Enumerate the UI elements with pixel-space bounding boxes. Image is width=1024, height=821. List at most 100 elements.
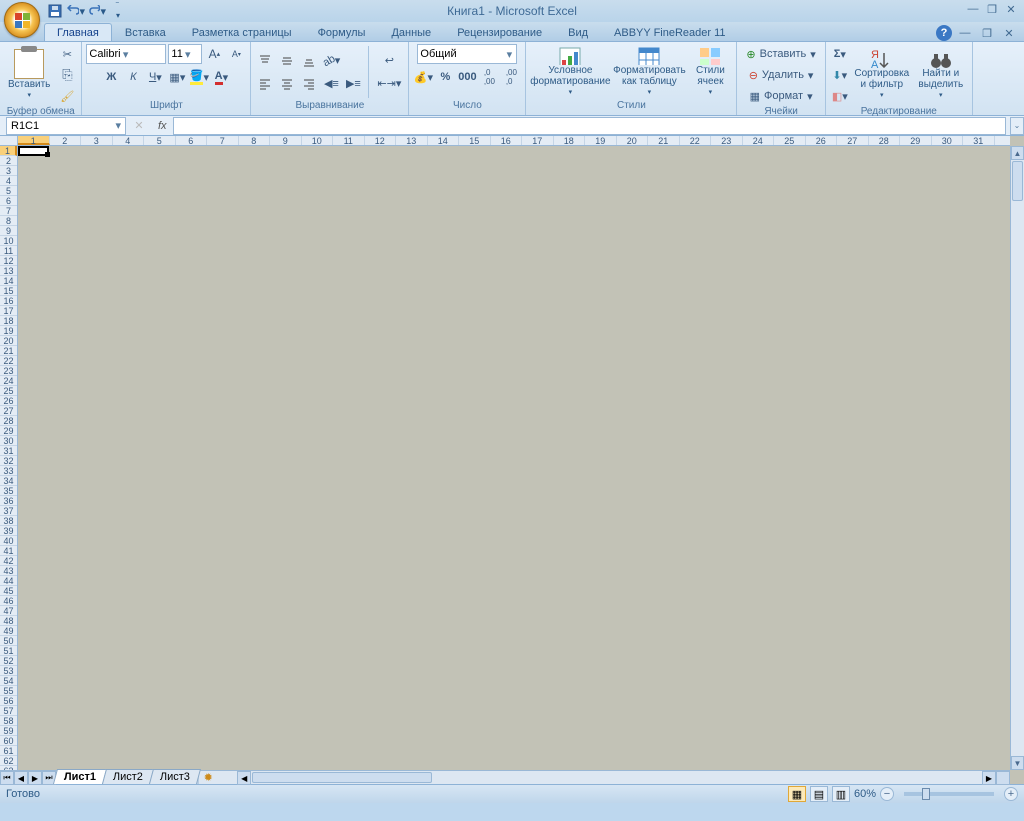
column-header[interactable]: 21 [648,136,680,145]
column-header[interactable]: 18 [554,136,586,145]
sort-filter-button[interactable]: ЯА Сортировка и фильтр▾ [853,47,911,103]
wrap-text-button[interactable]: ↩ [374,51,404,71]
column-header[interactable]: 29 [900,136,932,145]
row-header[interactable]: 49 [0,626,17,636]
row-header[interactable]: 36 [0,496,17,506]
column-header[interactable]: 17 [522,136,554,145]
row-header[interactable]: 14 [0,276,17,286]
row-header[interactable]: 20 [0,336,17,346]
row-header[interactable]: 41 [0,546,17,556]
delete-cells-button[interactable]: ⊖Удалить▾ [744,65,819,85]
orientation-button[interactable]: ab▾ [321,51,341,71]
tab-вставка[interactable]: Вставка [112,23,179,41]
tab-данные[interactable]: Данные [378,23,444,41]
row-header[interactable]: 15 [0,286,17,296]
fx-button[interactable]: fx [158,120,167,132]
autosum-button[interactable]: Σ▾ [830,44,850,64]
office-button[interactable] [4,2,40,38]
merge-center-button[interactable]: ⇤⇥▾ [374,74,404,94]
column-header[interactable]: 26 [806,136,838,145]
column-header[interactable]: 11 [333,136,365,145]
align-center-button[interactable] [277,74,297,94]
column-header[interactable]: 28 [869,136,901,145]
row-header[interactable]: 37 [0,506,17,516]
minimize-button[interactable]: — [964,2,982,16]
decrease-decimal-button[interactable]: ,00,0 [501,67,521,87]
tab-abbyy-finereader-11[interactable]: ABBYY FineReader 11 [601,23,739,41]
row-header[interactable]: 19 [0,326,17,336]
column-header[interactable]: 3 [81,136,113,145]
row-header[interactable]: 16 [0,296,17,306]
row-header[interactable]: 7 [0,206,17,216]
normal-view-button[interactable]: ▦ [788,786,806,802]
format-cells-button[interactable]: ▦Формат▾ [745,86,818,106]
formula-input[interactable] [173,117,1006,135]
close-button[interactable]: ✕ [1002,2,1020,16]
zoom-slider-thumb[interactable] [922,788,930,800]
row-header[interactable]: 59 [0,726,17,736]
row-header[interactable]: 57 [0,706,17,716]
clear-button[interactable]: ◧▾ [830,86,850,106]
increase-indent-button[interactable]: ▶≡ [343,74,363,94]
scroll-down-button[interactable]: ▼ [1011,756,1024,770]
border-button[interactable]: ▦▾ [167,67,187,87]
row-header[interactable]: 26 [0,396,17,406]
scroll-left-button[interactable]: ◀ [237,771,251,785]
copy-button[interactable]: ⎘ [57,65,77,85]
zoom-slider[interactable] [904,792,994,796]
row-header[interactable]: 60 [0,736,17,746]
row-header[interactable]: 46 [0,596,17,606]
row-header[interactable]: 58 [0,716,17,726]
row-header[interactable]: 22 [0,356,17,366]
row-header[interactable]: 21 [0,346,17,356]
fill-color-button[interactable]: 🪣▾ [189,67,209,87]
row-header[interactable]: 3 [0,166,17,176]
zoom-in-button[interactable]: + [1004,787,1018,801]
row-header[interactable]: 1 [0,146,17,156]
row-header[interactable]: 55 [0,686,17,696]
column-header[interactable]: 27 [837,136,869,145]
row-header[interactable]: 53 [0,666,17,676]
insert-cells-button[interactable]: ⊕Вставить▾ [741,44,820,64]
cell-styles-button[interactable]: Стили ячеек▾ [688,44,732,100]
row-header[interactable]: 61 [0,746,17,756]
row-header[interactable]: 34 [0,476,17,486]
tab-разметка-страницы[interactable]: Разметка страницы [179,23,305,41]
expand-formula-bar-button[interactable]: ⌄ [1010,117,1024,135]
row-header[interactable]: 9 [0,226,17,236]
row-header[interactable]: 11 [0,246,17,256]
new-sheet-button[interactable]: ✹ [199,771,217,784]
column-header[interactable]: 31 [963,136,995,145]
italic-button[interactable]: К [123,67,143,87]
column-header[interactable]: 23 [711,136,743,145]
page-layout-view-button[interactable]: ▤ [810,786,828,802]
row-header[interactable]: 43 [0,566,17,576]
row-header[interactable]: 29 [0,426,17,436]
row-header[interactable]: 45 [0,586,17,596]
row-header[interactable]: 10 [0,236,17,246]
row-header[interactable]: 28 [0,416,17,426]
number-format-combo[interactable]: Общий▾ [417,44,517,64]
select-all-corner[interactable] [0,136,18,146]
row-header[interactable]: 13 [0,266,17,276]
row-header[interactable]: 38 [0,516,17,526]
accounting-button[interactable]: 💰▾ [413,67,433,87]
tab-главная[interactable]: Главная [44,23,112,41]
sheet-tab[interactable]: Лист2 [102,769,154,784]
cut-button[interactable]: ✂ [57,44,77,64]
fill-button[interactable]: ⬇▾ [830,65,850,85]
ribbon-close-button[interactable]: ✕ [1000,26,1018,40]
format-painter-button[interactable]: 🖌 [57,86,77,106]
row-header[interactable]: 52 [0,656,17,666]
font-name-combo[interactable]: Calibri▾ [86,44,166,64]
save-icon[interactable] [46,2,64,20]
sheet-tab[interactable]: Лист3 [149,769,201,784]
row-header[interactable]: 2 [0,156,17,166]
format-as-table-button[interactable]: Форматировать как таблицу▾ [613,44,685,100]
align-middle-button[interactable] [277,51,297,71]
align-bottom-button[interactable] [299,51,319,71]
next-sheet-button[interactable]: ▶ [28,771,42,785]
row-header[interactable]: 42 [0,556,17,566]
column-header[interactable]: 8 [239,136,271,145]
tab-рецензирование[interactable]: Рецензирование [444,23,555,41]
